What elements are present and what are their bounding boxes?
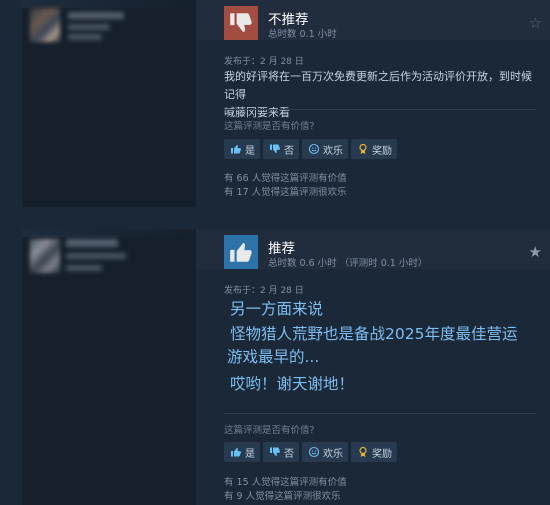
review-line: 我的好评将在一百万次免费更新之后作为活动评价开放，到时候记得 [224, 70, 532, 101]
divider [224, 413, 536, 414]
playtime-hours: 总时数 0.6 小时 （评测时 0.1 小时） [268, 258, 428, 269]
funny-count: 有 17 人觉得这篇评测很欢乐 [224, 187, 347, 198]
review-line: 另一方面来说 [230, 300, 324, 318]
review-line: 哎哟！谢天谢地！ [230, 375, 355, 393]
verdict-title[interactable]: 不推荐 [268, 8, 309, 28]
review-content: 推荐 总时数 0.6 小时 （评测时 0.1 小时） ★ 发布于：2 月 28 … [196, 229, 550, 505]
reviewer-stats-blurred [66, 253, 126, 259]
smiley-icon [307, 143, 320, 156]
reviewer-stats-blurred [66, 265, 102, 271]
helpful-count: 有 15 人觉得这篇评测有价值 [224, 477, 347, 488]
thumbs-up-icon [229, 143, 242, 156]
vote-funny-label: 欢乐 [323, 448, 343, 460]
posted-date: 发布于：2 月 28 日 [224, 286, 304, 296]
avatar[interactable] [30, 8, 60, 42]
avatar[interactable] [30, 239, 60, 273]
vote-yes-label: 是 [245, 448, 255, 460]
vote-funny-button[interactable]: 欢乐 [302, 442, 348, 462]
reviewer-stats-blurred [68, 24, 110, 30]
vote-no-label: 否 [284, 448, 294, 460]
vote-no-label: 否 [284, 145, 294, 157]
divider [224, 109, 536, 110]
thumbs-down-icon [268, 446, 281, 459]
vote-buttons: 是 否 欢乐 奖励 [224, 139, 397, 159]
thumbs-up-icon [224, 235, 258, 269]
review-body: 另一方面来说 怪物猎人荒野也是备战2025年度最佳营运 游戏最早的... 哎哟！… [224, 298, 536, 396]
review-line: 怪物猎人荒野也是备战2025年度最佳营运 [230, 325, 518, 343]
reviewer-name-blurred[interactable] [66, 239, 118, 247]
vote-header[interactable]: 推荐 总时数 0.6 小时 （评测时 0.1 小时） ★ [196, 229, 550, 269]
review-body: 我的好评将在一百万次免费更新之后作为活动评价开放，到时候记得 喊藤冈要来看 [224, 68, 536, 122]
vote-yes-button[interactable]: 是 [224, 139, 260, 159]
funny-count: 有 9 人觉得这篇评测很欢乐 [224, 491, 341, 502]
vote-funny-button[interactable]: 欢乐 [302, 139, 348, 159]
award-button[interactable]: 奖励 [351, 442, 397, 462]
award-icon [356, 446, 369, 459]
reviewer-name-blurred[interactable] [68, 12, 124, 19]
reviewer-stats-blurred [68, 34, 102, 40]
award-icon [356, 143, 369, 156]
vote-header[interactable]: 不推荐 总时数 0.1 小时 ☆ [196, 0, 550, 40]
thumbs-down-icon [224, 6, 258, 40]
reviewer-panel [22, 0, 196, 207]
star-icon[interactable]: ★ [529, 243, 542, 261]
vote-yes-label: 是 [245, 145, 255, 157]
helpful-count: 有 66 人觉得这篇评测有价值 [224, 173, 347, 184]
review-content: 不推荐 总时数 0.1 小时 ☆ 发布于：2 月 28 日 我的好评将在一百万次… [196, 0, 550, 207]
review-line: 游戏最早的... [227, 348, 320, 366]
award-label: 奖励 [372, 448, 392, 460]
thumbs-up-icon [229, 446, 242, 459]
posted-date: 发布于：2 月 28 日 [224, 57, 304, 67]
vote-buttons: 是 否 欢乐 奖励 [224, 442, 397, 462]
award-button[interactable]: 奖励 [351, 139, 397, 159]
award-label: 奖励 [372, 145, 392, 157]
helpful-question: 这篇评测是否有价值? [224, 425, 315, 436]
smiley-icon [307, 446, 320, 459]
thumbs-down-icon [268, 143, 281, 156]
review-card: 推荐 总时数 0.6 小时 （评测时 0.1 小时） ★ 发布于：2 月 28 … [22, 229, 550, 505]
vote-no-button[interactable]: 否 [263, 442, 299, 462]
review-card: 不推荐 总时数 0.1 小时 ☆ 发布于：2 月 28 日 我的好评将在一百万次… [22, 0, 550, 207]
vote-no-button[interactable]: 否 [263, 139, 299, 159]
star-icon[interactable]: ☆ [529, 14, 542, 32]
helpful-question: 这篇评测是否有价值? [224, 121, 315, 132]
verdict-title[interactable]: 推荐 [268, 237, 295, 257]
vote-yes-button[interactable]: 是 [224, 442, 260, 462]
playtime-hours: 总时数 0.1 小时 [268, 29, 337, 40]
vote-funny-label: 欢乐 [323, 145, 343, 157]
reviewer-panel [22, 229, 196, 505]
